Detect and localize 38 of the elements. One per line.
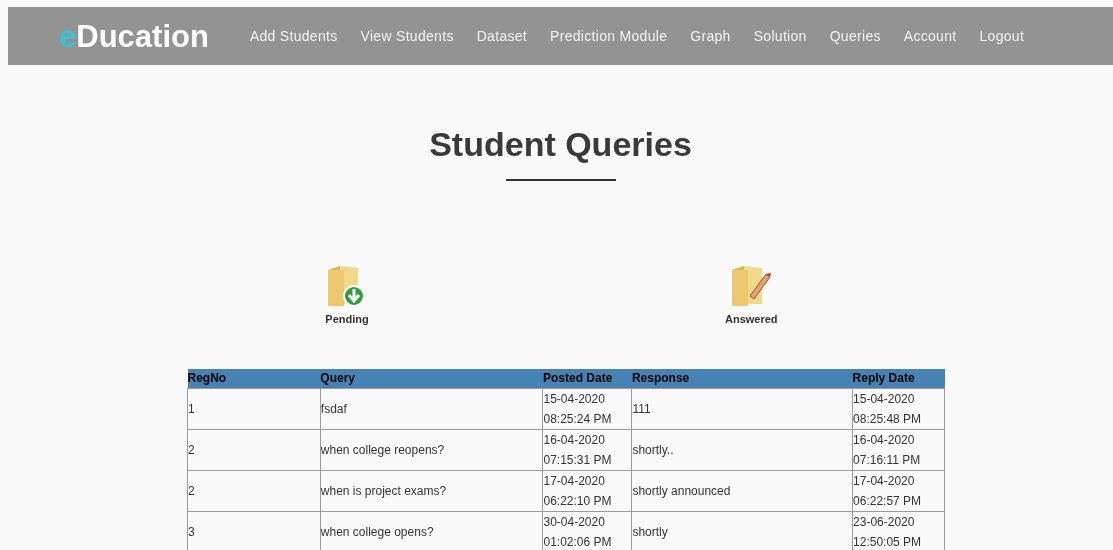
table-cell: 111 [631,388,853,430]
table-cell: 16-04-2020 07:15:31 PM [542,429,632,471]
logo[interactable]: eDucation [59,20,209,52]
table-cell: 23-06-2020 12:50:05 PM [852,511,945,550]
table-cell: shortly [631,511,853,550]
table-cell: 2 [187,429,321,471]
table-cell: 30-04-2020 01:02:06 PM [542,511,632,550]
table-cell: 2 [187,470,321,512]
column-header: Reply Date [852,368,945,389]
nav-link[interactable]: Graph [690,25,731,47]
table-cell: 16-04-2020 07:16:11 PM [852,429,945,471]
table-cell: 15-04-2020 08:25:48 PM [852,388,945,430]
nav-link[interactable]: Account [903,25,957,47]
folder-label[interactable]: Answered [725,311,778,328]
table-cell: shortly announced [631,470,853,512]
table-cell: when is project exams? [320,470,543,512]
page-heading: Student Queries [429,127,692,161]
nav-link[interactable]: Solution [753,25,807,47]
table-cell: 17-04-2020 06:22:10 PM [542,470,632,512]
nav-link[interactable]: Logout [979,25,1025,47]
column-header: RegNo [187,368,321,389]
nav-link[interactable]: Queries [829,25,881,47]
table-cell: shortly.. [631,429,853,471]
column-header: Query [320,368,543,389]
column-header: Posted Date [542,368,632,389]
nav-link[interactable]: View Students [360,25,454,47]
nav-link[interactable]: Prediction Module [550,25,668,47]
table-cell: 17-04-2020 06:22:57 PM [852,470,945,512]
nav-link[interactable]: Dataset [476,25,528,47]
nav-link[interactable]: Add Students [249,25,338,47]
folder-label[interactable]: Pending [325,311,369,328]
table-cell: 1 [187,388,321,430]
table-cell: fsdaf [320,388,543,430]
table-cell: when college reopens? [320,429,543,471]
column-header: Response [631,368,853,389]
table-cell: 15-04-2020 08:25:24 PM [542,388,632,430]
table-cell: 3 [187,511,321,550]
table-cell: when college opens? [320,511,543,550]
